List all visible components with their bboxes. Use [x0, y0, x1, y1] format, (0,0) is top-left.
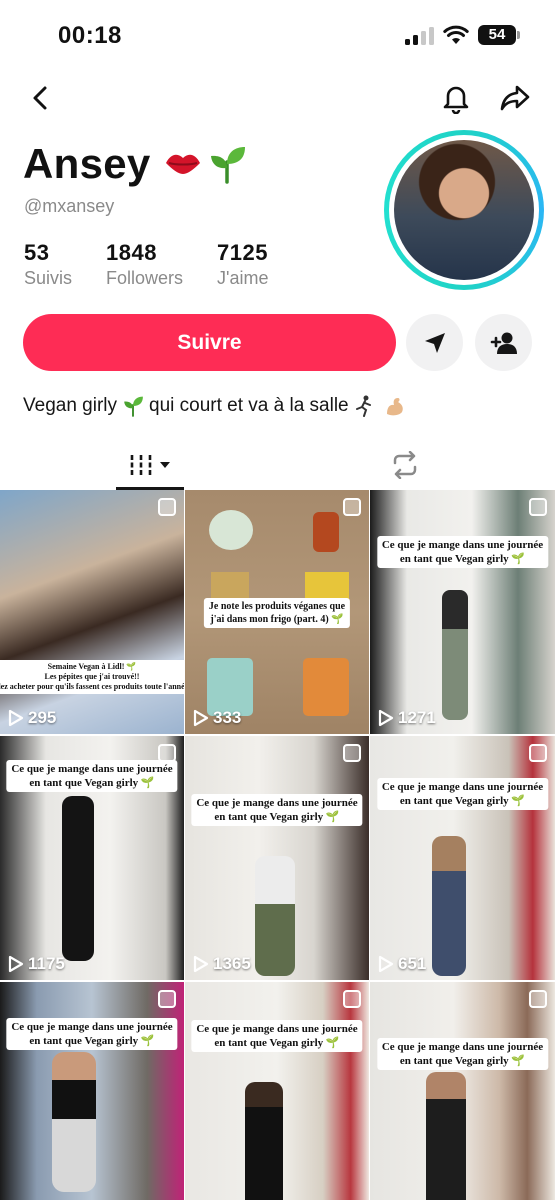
bio-text: Vegan girly: [23, 395, 118, 416]
stat-following[interactable]: 53 Suivis: [24, 240, 72, 289]
display-name: Ansey: [23, 140, 151, 187]
send-icon: [424, 332, 445, 353]
stat-label: Suivis: [24, 268, 73, 288]
profile-stats: 53 Suivis 1848 Followers 7125 J'aime: [24, 240, 303, 289]
play-icon: [193, 955, 209, 973]
cellular-signal-icon: [405, 27, 435, 45]
kiss-mark-icon: [165, 154, 200, 174]
video-caption: Ce que je mange dans une journée en tant …: [6, 760, 178, 792]
battery-icon: 54: [478, 25, 520, 45]
video-caption: Semaine Vegan à Lidl! 🌱 Les pépites que j…: [0, 660, 184, 694]
video-tile[interactable]: Je note les produits véganes que j'ai dan…: [185, 490, 369, 734]
follow-button[interactable]: Suivre: [23, 314, 396, 371]
status-bar: 00:18 54: [0, 0, 555, 70]
back-icon: [33, 86, 47, 110]
video-caption: Ce que je mange dans une journée en tant …: [376, 778, 549, 810]
share-icon: [500, 85, 530, 111]
video-caption: Ce que je mange dans une journée en tant …: [376, 536, 549, 568]
flexed-biceps-icon: [384, 395, 406, 417]
view-count: 1175: [8, 954, 65, 974]
checkbox-icon: [158, 990, 176, 1008]
stat-label: Followers: [106, 268, 184, 288]
username: @mxansey: [24, 196, 115, 216]
play-icon: [8, 709, 24, 727]
checkbox-icon: [343, 744, 361, 762]
notifications-button[interactable]: [438, 80, 474, 116]
video-tile[interactable]: Ce que je mange dans une journée en tant …: [185, 982, 369, 1200]
bio: Vegan girly qui court et va à la salle: [23, 395, 411, 417]
videos-grid-icon: [130, 455, 152, 475]
add-friend-button[interactable]: [475, 314, 532, 371]
video-tile[interactable]: Ce que je mange dans une journée en tant …: [370, 736, 555, 980]
stat-value: 53: [24, 240, 50, 265]
video-tile[interactable]: Ce que je mange dans une journée en tant …: [370, 982, 555, 1200]
video-caption: Ce que je mange dans une journée en tant …: [376, 1038, 549, 1070]
video-tile[interactable]: Ce que je mange dans une journée en tant …: [185, 736, 369, 980]
bell-icon: [443, 86, 469, 114]
name-emoji: [163, 144, 247, 184]
display-name-row: Ansey: [23, 140, 247, 188]
runner-icon: [354, 395, 374, 417]
wifi-icon: [443, 25, 469, 44]
video-grid: Semaine Vegan à Lidl! 🌱 Les pépites que j…: [0, 490, 555, 1200]
stat-value: 7125: [217, 240, 268, 265]
video-caption: Je note les produits véganes que j'ai dan…: [203, 598, 351, 628]
tab-reposts[interactable]: [385, 440, 425, 490]
avatar-frame: [389, 135, 539, 285]
tab-videos[interactable]: [116, 440, 184, 490]
profile-tabs: [0, 440, 555, 490]
video-caption: Ce que je mange dans une journée en tant …: [191, 794, 363, 826]
checkbox-icon: [529, 744, 547, 762]
view-count: 1365: [193, 954, 251, 974]
play-icon: [378, 955, 394, 973]
stat-label: J'aime: [217, 268, 269, 288]
video-tile[interactable]: Ce que je mange dans une journée en tant …: [0, 982, 184, 1200]
checkbox-icon: [343, 990, 361, 1008]
checkbox-icon: [158, 498, 176, 516]
checkbox-icon: [529, 498, 547, 516]
avatar: [394, 140, 534, 280]
repost-icon: [393, 451, 417, 479]
view-count: 1271: [378, 708, 436, 728]
avatar-story-ring[interactable]: [384, 130, 544, 290]
message-button[interactable]: [406, 314, 463, 371]
video-caption: Ce que je mange dans une journée en tant …: [6, 1018, 178, 1050]
video-caption: Ce que je mange dans une journée en tant …: [191, 1020, 363, 1052]
view-count: 333: [193, 708, 241, 728]
checkbox-icon: [529, 990, 547, 1008]
share-button[interactable]: [497, 80, 533, 116]
seedling-icon: [210, 147, 245, 184]
stat-followers[interactable]: 1848 Followers: [106, 240, 183, 289]
stat-likes[interactable]: 7125 J'aime: [217, 240, 268, 289]
play-icon: [378, 709, 394, 727]
play-icon: [8, 955, 24, 973]
view-count: 651: [378, 954, 426, 974]
video-tile[interactable]: Ce que je mange dans une journée en tant …: [0, 736, 184, 980]
video-tile[interactable]: Ce que je mange dans une journée en tant …: [370, 490, 555, 734]
back-button[interactable]: [22, 80, 58, 116]
chevron-down-icon: [160, 462, 170, 468]
video-tile[interactable]: Semaine Vegan à Lidl! 🌱 Les pépites que j…: [0, 490, 184, 734]
status-time: 00:18: [58, 22, 122, 49]
view-count: 295: [8, 708, 56, 728]
play-icon: [193, 709, 209, 727]
add-user-icon: [490, 332, 517, 354]
bio-text: qui court et va à la salle: [149, 395, 349, 416]
stat-value: 1848: [106, 240, 157, 265]
seedling-icon: [122, 395, 144, 417]
checkbox-icon: [343, 498, 361, 516]
